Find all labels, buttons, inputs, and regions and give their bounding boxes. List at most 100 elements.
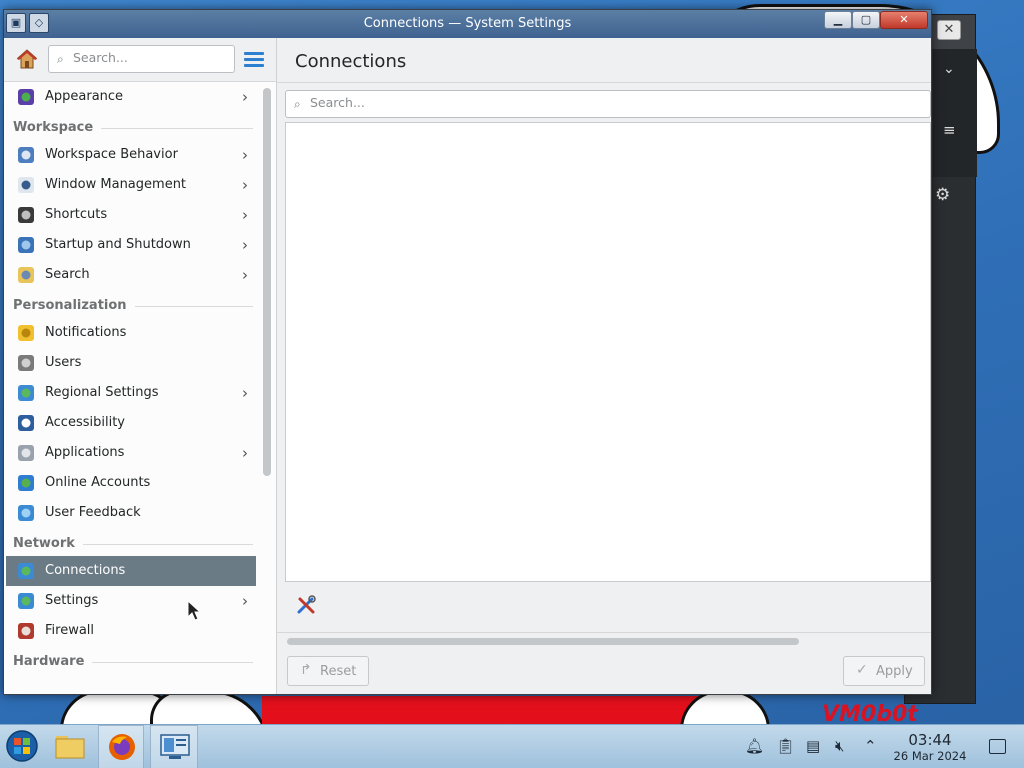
sidebar-item-label: Appearance [45,89,124,104]
connections-search-input[interactable]: ⌕ [285,90,931,118]
keyboard-icon [18,207,34,223]
sidebar-section-header: Hardware [13,652,253,672]
divider [277,632,931,633]
divider [277,82,931,83]
clock-date[interactable]: 26 Mar 2024 [884,749,976,763]
chevron-right-icon: › [242,236,248,254]
firefox-icon [109,734,135,760]
minimize-button[interactable]: ▁ [824,11,852,29]
sidebar-item-label: Accessibility [45,415,125,430]
reset-button[interactable]: ↱ Reset [287,656,369,686]
titlebar[interactable]: ▣ ◇ Connections — System Settings ▁ ▢ ✕ [4,10,931,38]
chevron-right-icon: › [242,146,248,164]
sidebar-item-users[interactable]: Users [6,348,256,378]
accessibility-icon [18,415,34,431]
workspace-behavior-icon [18,147,34,163]
clock-time[interactable]: 03:44 [896,731,964,749]
connections-search-field[interactable] [310,95,710,110]
sidebar-section-header: Personalization [13,296,253,316]
sidebar-search-field[interactable] [73,50,213,65]
sidebar-item-label: Search [45,267,90,282]
device-tray-icon[interactable]: ▤ [806,737,820,755]
sidebar-item-applications[interactable]: Applications › [6,438,256,468]
sidebar-item-online-accounts[interactable]: Online Accounts [6,468,256,498]
sidebar-list: Appearance › Workspace Workspace Behavior › W… [4,82,259,694]
maximize-button[interactable]: ▢ [852,11,880,29]
start-menu-icon[interactable] [5,729,39,763]
system-settings-window: ▣ ◇ Connections — System Settings ▁ ▢ ✕ … [3,9,932,695]
sidebar-item-firewall[interactable]: Firewall [6,616,256,646]
horizontal-scrollbar[interactable] [287,638,799,645]
startup-icon [18,237,34,253]
sidebar-item-user-feedback[interactable]: User Feedback [6,498,256,528]
sidebar-item-label: Shortcuts [45,207,108,222]
window-management-icon [18,177,34,193]
sidebar-section-label: Network [13,536,83,551]
search-icon: ⌕ [57,52,64,66]
sidebar-section-label: Workspace [13,120,102,135]
page-title: Connections [295,51,407,72]
chevron-right-icon: › [242,444,248,462]
home-icon[interactable] [16,48,38,70]
chevron-up-icon[interactable]: ⌃ [864,737,877,755]
sidebar-item-window-management[interactable]: Window Management › [6,170,256,200]
sidebar-item-accessibility[interactable]: Accessibility [6,408,256,438]
configure-tools-icon[interactable] [295,594,317,616]
sidebar-item-appearance[interactable]: Appearance › [6,82,256,112]
background-close-button[interactable]: ✕ [937,20,961,40]
show-desktop-icon[interactable] [989,739,1006,754]
connections-icon [18,563,34,579]
appearance-icon [18,89,34,105]
sidebar-scrollbar[interactable] [263,88,271,476]
taskbar-firefox[interactable] [98,725,144,768]
sidebar-item-startup-and-shutdown[interactable]: Startup and Shutdown › [6,230,256,260]
clipboard-tray-icon[interactable]: 📋︎ [776,737,795,755]
sidebar-item-regional-settings[interactable]: Regional Settings › [6,378,256,408]
reset-icon: ↱ [300,662,312,678]
chevron-right-icon: › [242,384,248,402]
sidebar-item-label: Applications [45,445,125,460]
mouse-cursor-icon [187,600,201,621]
folder-icon [55,736,85,759]
taskbar-system-settings[interactable] [150,725,198,768]
volume-muted-icon[interactable]: 🔇︎ [835,737,844,755]
close-button[interactable]: ✕ [880,11,928,29]
sidebar-item-connections[interactable]: Connections [6,556,256,586]
sidebar-item-label: Settings [45,593,99,608]
search-settings-icon [18,267,34,283]
online-accounts-icon [18,475,34,491]
chevron-down-icon[interactable]: ⌄ [943,61,955,77]
chevron-right-icon: › [242,206,248,224]
sidebar-item-label: Startup and Shutdown [45,237,191,252]
hamburger-menu-icon[interactable] [244,52,264,68]
taskbar-file-manager[interactable] [50,725,90,768]
menu-icon[interactable]: ≡ [943,121,956,139]
sidebar-section-label: Personalization [13,298,135,313]
sidebar-search-input[interactable]: ⌕ [48,45,235,73]
chevron-right-icon: › [242,88,248,106]
sidebar-item-label: Online Accounts [45,475,151,490]
wallpaper-shape [150,690,270,724]
apply-button[interactable]: ✓ Apply [843,656,925,686]
chevron-right-icon: › [242,176,248,194]
reset-button-label: Reset [320,664,357,679]
bell-icon [18,325,34,341]
gear-icon[interactable]: ⚙ [935,185,950,205]
wallpaper-shape [262,696,702,724]
feedback-icon [18,505,34,521]
chevron-right-icon: › [242,266,248,284]
connections-list[interactable] [285,122,931,582]
globe-icon [18,385,34,401]
sidebar-item-shortcuts[interactable]: Shortcuts › [6,200,256,230]
taskbar: 🔔︎ 📋︎ ▤ 🔇︎ ⌃ 03:44 26 Mar 2024 [0,724,1024,768]
content-pane: Connections ⌕ ↱ Reset ✓ Apply [277,38,931,694]
system-settings-icon [160,734,190,759]
sidebar-item-workspace-behavior[interactable]: Workspace Behavior › [6,140,256,170]
sidebar-item-label: User Feedback [45,505,141,520]
notifications-tray-icon[interactable]: 🔔︎ [745,737,764,755]
sidebar-section-header: Workspace [13,118,253,138]
sidebar-item-settings[interactable]: Settings › [6,586,256,616]
sidebar-item-label: Notifications [45,325,127,340]
sidebar-item-notifications[interactable]: Notifications [6,318,256,348]
sidebar-item-search[interactable]: Search › [6,260,256,290]
